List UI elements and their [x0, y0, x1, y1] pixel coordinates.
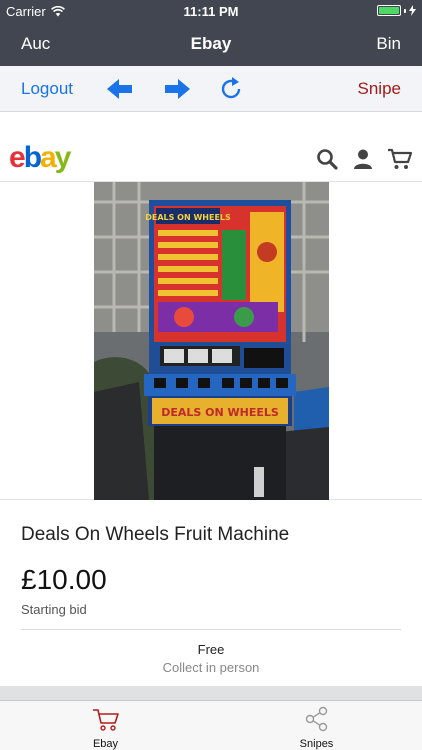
nav-title: Ebay [190, 34, 232, 53]
charging-icon [409, 5, 416, 16]
top-bar: Carrier 11:11 PM Auc Ebay Bin [0, 0, 422, 66]
nav-bar: Auc Ebay Bin [0, 22, 422, 66]
listing-details: Deals On Wheels Fruit Machine £10.00 Sta… [0, 500, 422, 686]
shipping-cost: Free [197, 642, 225, 657]
logout-button[interactable]: Logout [21, 79, 73, 99]
tab-snipes[interactable]: Snipes [211, 701, 422, 750]
price-label: Starting bid [21, 602, 87, 617]
tab-ebay-label: Ebay [92, 738, 119, 750]
account-icon[interactable] [351, 147, 375, 171]
pickup-info: Collect in person [162, 660, 260, 675]
cart-icon [93, 709, 119, 731]
fruit-machine-image: DEALS ON WHEELS DEALS ON WHEELS [94, 182, 329, 500]
forward-arrow-icon[interactable] [164, 77, 190, 101]
share-icon [305, 706, 328, 732]
page-footer-strip [0, 686, 422, 700]
product-image-area: DEALS ON WHEELS DEALS ON WHEELS [0, 182, 422, 500]
ebay-header: ebay [0, 112, 422, 182]
refresh-icon[interactable] [219, 77, 245, 101]
tab-ebay[interactable]: Ebay [0, 701, 211, 750]
tab-bar: Ebay Snipes [0, 700, 422, 750]
cart-icon[interactable] [387, 147, 413, 171]
nav-bin-button[interactable]: Bin [376, 34, 401, 54]
tab-snipes-label: Snipes [299, 738, 334, 750]
search-icon[interactable] [315, 147, 339, 171]
back-arrow-icon[interactable] [107, 77, 133, 101]
listing-price: £10.00 [21, 564, 107, 595]
listing-title[interactable]: Deals On Wheels Fruit Machine [21, 524, 289, 546]
divider [21, 629, 401, 630]
status-time: 11:11 PM [183, 4, 239, 19]
status-bar: Carrier 11:11 PM [0, 0, 422, 22]
svg-text:DEALS ON WHEELS: DEALS ON WHEELS [161, 406, 279, 419]
ebay-logo[interactable]: ebay [9, 143, 71, 173]
product-photo[interactable]: DEALS ON WHEELS DEALS ON WHEELS [94, 182, 329, 500]
battery-icon [377, 5, 416, 16]
browser-toolbar: Logout Snipe [0, 66, 422, 112]
svg-text:DEALS ON WHEELS: DEALS ON WHEELS [145, 213, 231, 222]
snipe-button[interactable]: Snipe [358, 79, 401, 99]
